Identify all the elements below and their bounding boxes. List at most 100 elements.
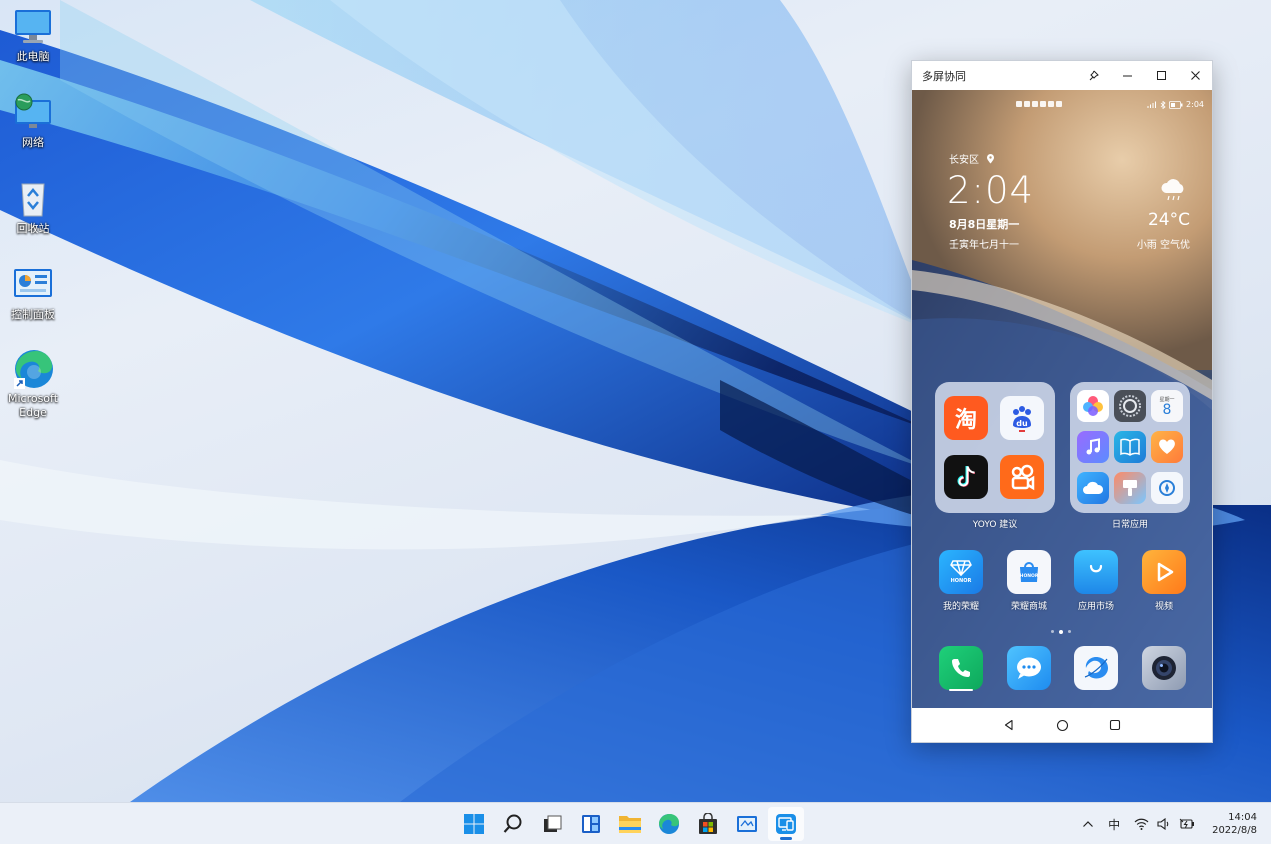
input-method-indicator[interactable]: 中 (1101, 816, 1127, 833)
close-icon (1190, 71, 1200, 80)
monitor-icon (12, 6, 54, 48)
clock-widget-date: 8月8日星期一 (949, 218, 1020, 231)
clock-time: 14:04 (1228, 812, 1257, 823)
location-pin-icon (987, 154, 995, 164)
clock-widget-time[interactable]: 2:04 (947, 170, 1034, 212)
phone-navigation-bar (912, 708, 1212, 742)
desktop-icon-recycle-bin[interactable]: 回收站 (0, 178, 66, 236)
bluetooth-icon (1160, 100, 1166, 109)
music-app-icon[interactable] (1077, 431, 1109, 463)
pin-icon (1089, 70, 1099, 81)
clock-date: 2022/8/8 (1212, 825, 1257, 836)
app-label: 荣耀商城 (1010, 602, 1047, 612)
cloud-app-icon[interactable] (1077, 472, 1109, 504)
start-button[interactable] (456, 807, 492, 841)
maximize-icon (1156, 71, 1166, 80)
close-button[interactable] (1178, 61, 1212, 90)
volume-icon (1157, 818, 1169, 830)
desktop-icon-label: 网络 (22, 136, 44, 149)
honor-browser-app-icon[interactable] (1074, 646, 1118, 690)
settings-app-icon[interactable] (1114, 390, 1146, 422)
edge-browser-icon (659, 814, 679, 834)
battery-icon (1169, 100, 1183, 109)
chevron-up-icon (1083, 821, 1093, 827)
baidu-app-icon[interactable]: du (1000, 396, 1044, 440)
network-globe-icon (12, 92, 54, 134)
pin-button[interactable] (1076, 61, 1110, 90)
phone-dialer-app-icon[interactable] (939, 646, 983, 690)
health-app-icon[interactable] (1151, 431, 1183, 463)
desktop-icon-control-panel[interactable]: 控制面板 (0, 264, 66, 322)
douyin-app-icon[interactable] (944, 455, 988, 499)
edge-taskbar-button[interactable] (651, 807, 687, 841)
video-app-icon[interactable] (1142, 550, 1186, 594)
recents-button[interactable] (1107, 717, 1124, 734)
widgets-icon (582, 815, 600, 833)
search-button[interactable] (495, 807, 531, 841)
page-indicator[interactable] (1051, 629, 1071, 634)
task-view-icon (544, 815, 562, 832)
calendar-app-icon[interactable]: 星期一 8 (1151, 390, 1183, 422)
maximize-button[interactable] (1144, 61, 1178, 90)
control-panel-taskbar-button[interactable] (729, 807, 765, 841)
back-button[interactable] (1001, 717, 1018, 734)
honor-mall-app-icon[interactable]: HONOR (1007, 550, 1051, 594)
folder-label: 日常应用 (1111, 520, 1148, 530)
gallery-app-icon[interactable] (1077, 390, 1109, 422)
taskbar-clock[interactable]: 14:04 2022/8/8 (1202, 811, 1257, 837)
notification-icons (1016, 101, 1062, 107)
phone-screen[interactable]: 2:04 长安区 2:04 8月8日星期一 壬寅年七月十一 24°C 小雨 空气… (912, 90, 1212, 708)
desktop-icon-this-pc[interactable]: 此电脑 (0, 6, 66, 64)
app-label: 视频 (1154, 602, 1173, 612)
minimize-icon (1122, 75, 1132, 77)
kuaishou-app-icon[interactable] (1000, 455, 1044, 499)
app-label: 我的荣耀 (942, 602, 979, 612)
multi-screen-icon (776, 814, 796, 834)
location-text: 长安区 (949, 155, 979, 166)
rain-cloud-icon (1159, 178, 1187, 206)
multi-screen-collaboration-taskbar-button[interactable] (768, 807, 804, 841)
clock-widget-lunar-date: 壬寅年七月十一 (949, 240, 1019, 251)
show-hidden-icons-button[interactable] (1075, 820, 1101, 828)
multi-screen-collaboration-window[interactable]: 多屏协同 2:04 长安区 2:04 8月8日星期一 壬寅年七月十一 24°C … (911, 60, 1213, 743)
home-button[interactable] (1054, 717, 1071, 734)
taskbar-apps (456, 807, 804, 841)
desktop-icon-label: 控制面板 (11, 308, 55, 321)
themes-app-icon[interactable] (1114, 472, 1146, 504)
edge-browser-icon (12, 348, 54, 390)
desktop-icon-label: Microsoft Edge (7, 392, 59, 419)
home-circle-icon (1056, 719, 1068, 731)
my-honor-app-icon[interactable]: HONOR (939, 550, 983, 594)
weather-location[interactable]: 长安区 (949, 151, 995, 166)
weather-condition: 小雨 空气优 (1136, 240, 1190, 251)
messages-app-icon[interactable] (1007, 646, 1051, 690)
widgets-button[interactable] (573, 807, 609, 841)
signal-icon (1147, 101, 1157, 108)
microsoft-store-button[interactable] (690, 807, 726, 841)
control-panel-icon (12, 264, 54, 306)
browser-compass-app-icon[interactable] (1151, 472, 1183, 504)
recycle-bin-icon (12, 178, 54, 220)
recents-square-icon (1109, 719, 1121, 731)
battery-charging-icon (1179, 818, 1195, 829)
folder-label: YOYO 建议 (972, 520, 1018, 530)
task-view-button[interactable] (534, 807, 570, 841)
folder-yoyo-suggestions[interactable]: 淘 du (935, 382, 1055, 513)
desktop-icon-label: 此电脑 (16, 50, 50, 63)
desktop-icon-edge[interactable]: Microsoft Edge (0, 348, 66, 420)
taobao-app-icon[interactable]: 淘 (944, 396, 988, 440)
folder-icon (619, 816, 641, 833)
folder-daily-apps[interactable]: 星期一 8 (1070, 382, 1190, 513)
minimize-button[interactable] (1110, 61, 1144, 90)
camera-app-icon[interactable] (1142, 646, 1186, 690)
reader-book-app-icon[interactable] (1114, 431, 1146, 463)
app-label: 应用市场 (1077, 602, 1114, 612)
file-explorer-button[interactable] (612, 807, 648, 841)
windows-logo-icon (464, 814, 484, 834)
weather-temperature[interactable]: 24°C (1148, 210, 1190, 230)
app-market-icon[interactable] (1074, 550, 1118, 594)
phone-status-bar: 2:04 (912, 100, 1212, 112)
window-titlebar[interactable]: 多屏协同 (912, 61, 1212, 90)
network-status-button[interactable] (1127, 818, 1202, 830)
desktop-icon-network[interactable]: 网络 (0, 92, 66, 150)
